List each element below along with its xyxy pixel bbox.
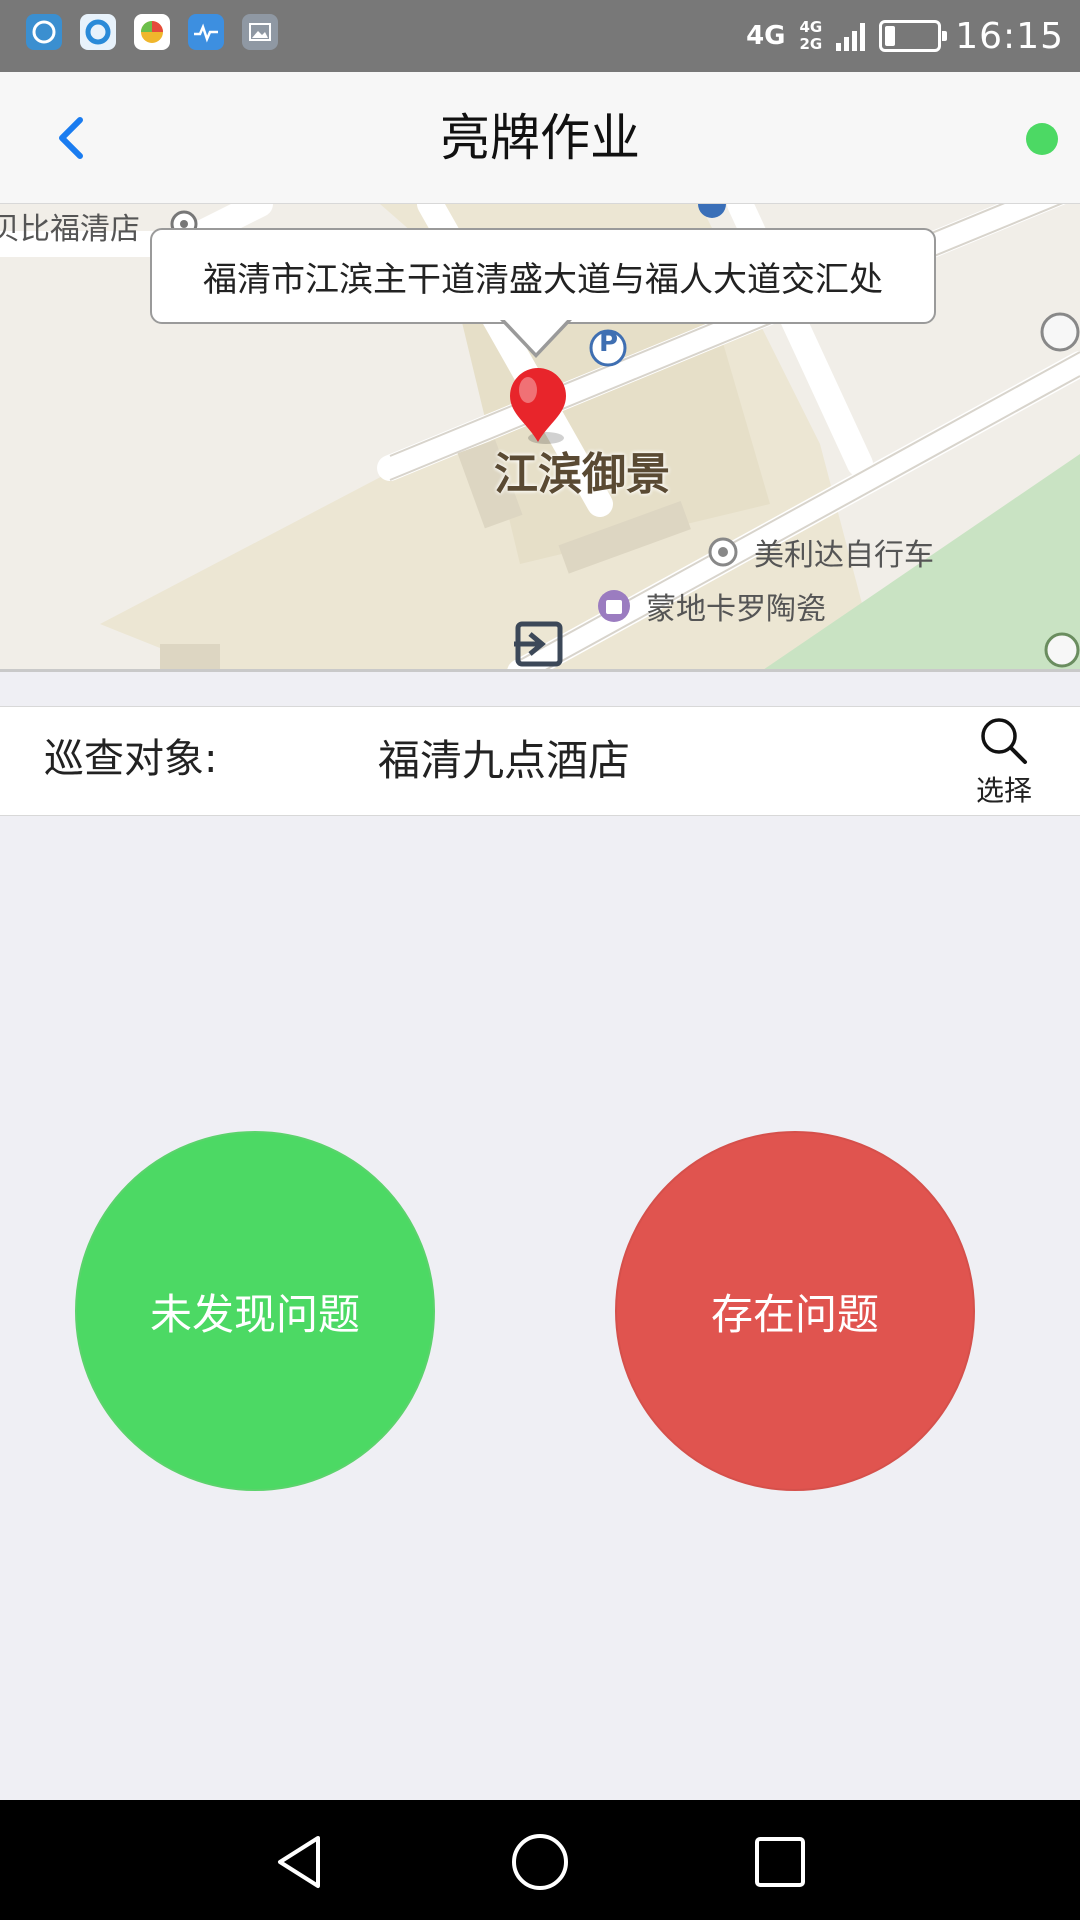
map-view[interactable]: 贝比福清店 江滨御景 美利达自行车 蒙地卡罗陶瓷 P 福清市江滨主干道清盛大道与…: [0, 204, 1080, 672]
poi-label-top-left: 贝比福清店: [0, 212, 140, 247]
notification-icons: [26, 14, 278, 50]
no-issue-button[interactable]: 未发现问题: [75, 1131, 435, 1491]
network-secondary-top: 4G: [799, 18, 823, 36]
battery-level: [885, 26, 896, 46]
status-indicators: 4G 4G 2G 16:15: [746, 0, 1064, 72]
has-issue-button[interactable]: 存在问题: [615, 1131, 975, 1491]
signal-icon: [836, 21, 866, 51]
patrol-target-value: 福清九点酒店: [378, 736, 631, 785]
patrol-target-label: 巡查对象:: [44, 736, 218, 782]
back-nav-icon[interactable]: [268, 1830, 332, 1894]
recent-apps-icon[interactable]: [748, 1830, 812, 1894]
network-secondary: 4G 2G: [800, 19, 823, 53]
home-nav-icon[interactable]: [508, 1830, 572, 1894]
page-title: 亮牌作业: [440, 109, 640, 167]
clock-icon: [26, 14, 62, 50]
browser-icon: [80, 14, 116, 50]
clock: 16:15: [955, 15, 1064, 57]
content-area: 未发现问题 存在问题: [0, 816, 1080, 1800]
location-pin-icon[interactable]: [506, 366, 570, 446]
health-icon: [188, 14, 224, 50]
poi-label-parking: P: [599, 328, 619, 358]
navigation-bar: [0, 1800, 1080, 1920]
poi-label-main: 江滨御景: [494, 449, 670, 500]
title-bar: 亮牌作业: [0, 72, 1080, 204]
battery-icon: [879, 20, 948, 52]
network-secondary-bottom: 2G: [799, 35, 823, 53]
search-icon: [981, 718, 1027, 764]
network-type: 4G: [746, 21, 786, 51]
poi-label-ceramics: 蒙地卡罗陶瓷: [646, 592, 826, 627]
bubble-tail-inner: [503, 318, 569, 353]
select-label: 选择: [975, 774, 1032, 807]
address-bubble: 福清市江滨主干道清盛大道与福人大道交汇处: [150, 228, 936, 324]
address-text: 福清市江滨主干道清盛大道与福人大道交汇处: [203, 259, 883, 300]
has-issue-label: 存在问题: [710, 1289, 879, 1339]
status-bar: 4G 4G 2G 16:15: [0, 0, 1080, 72]
patrol-target-row: 巡查对象: 福清九点酒店 选择: [0, 706, 1080, 816]
no-issue-label: 未发现问题: [149, 1289, 360, 1339]
gallery-icon: [242, 14, 278, 50]
select-button[interactable]: 选择: [954, 715, 1054, 811]
status-dot: [1026, 123, 1058, 155]
game-icon: [134, 14, 170, 50]
poi-label-bike-shop: 美利达自行车: [754, 538, 934, 573]
